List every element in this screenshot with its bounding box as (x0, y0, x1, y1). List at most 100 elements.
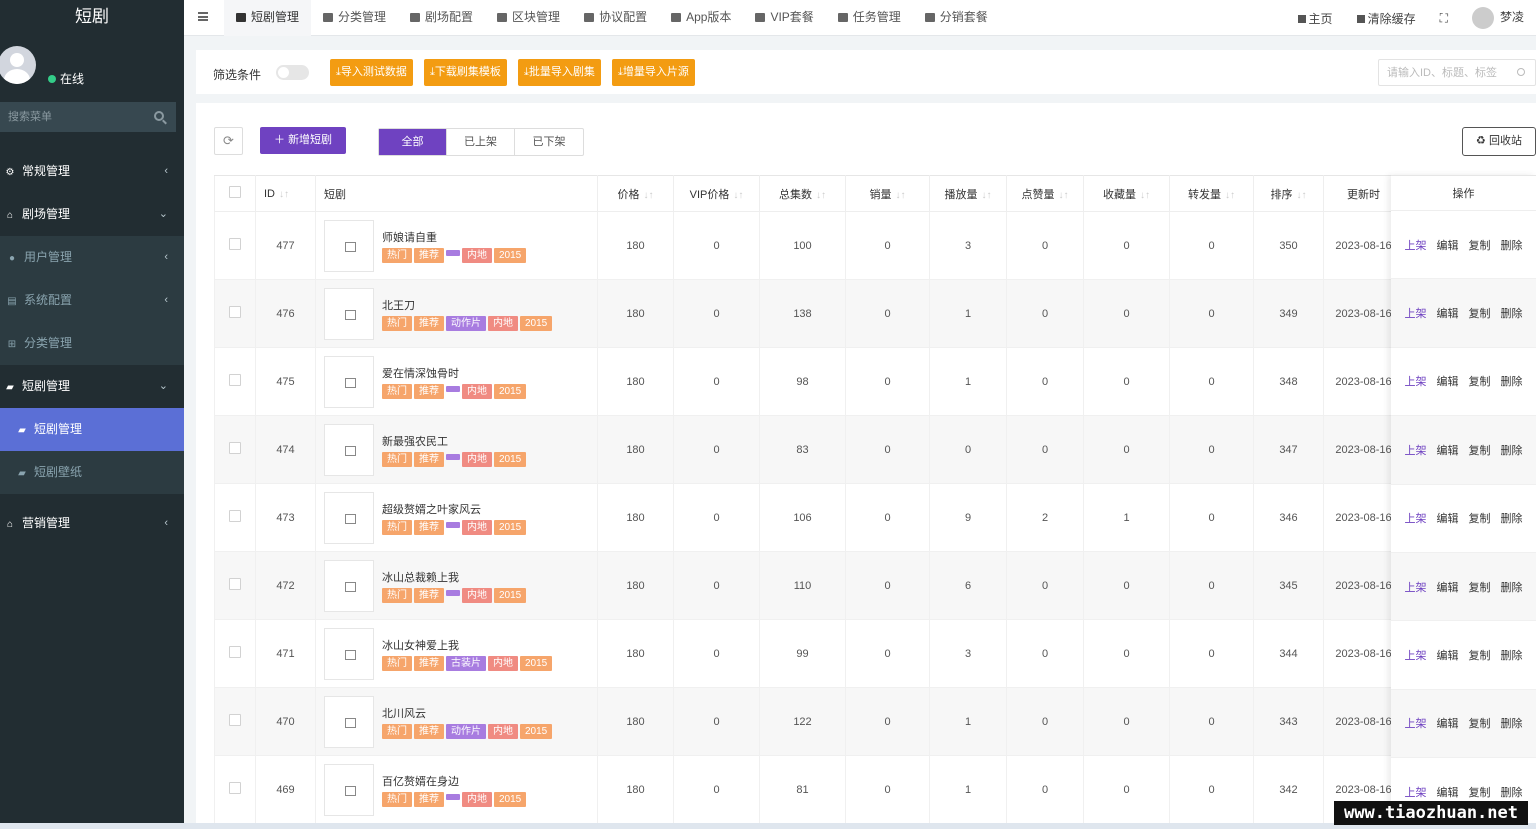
edit-action-button[interactable]: 编辑 (1437, 784, 1459, 800)
header-favs[interactable]: 收藏量 ↓↑ (1083, 175, 1170, 212)
segment-all[interactable]: 全部 (379, 129, 447, 155)
delete-action-button[interactable]: 删除 (1501, 715, 1523, 731)
select-all-checkbox[interactable] (229, 186, 241, 198)
sidebar-item-theater[interactable]: ⌂ 剧场管理 ⌄ (0, 193, 184, 236)
copy-action-button[interactable]: 复制 (1469, 784, 1491, 800)
sidebar-item-drama-wallpaper[interactable]: ▰ 短剧壁纸 (0, 451, 184, 494)
list-action-button[interactable]: 上架 (1405, 784, 1427, 800)
tab-vip[interactable]: VIP套餐 (743, 0, 825, 36)
tab-app-version[interactable]: App版本 (659, 0, 743, 36)
menu-search-input[interactable] (0, 102, 176, 132)
tab-category[interactable]: 分类管理 (311, 0, 398, 36)
tab-distribution[interactable]: 分销套餐 (913, 0, 1000, 36)
delete-action-button[interactable]: 删除 (1501, 373, 1523, 389)
header-episodes[interactable]: 总集数 ↓↑ (759, 175, 846, 212)
segment-unlisted[interactable]: 已下架 (515, 129, 583, 155)
segment-listed[interactable]: 已上架 (447, 129, 515, 155)
sidebar-item-marketing[interactable]: ⌂ 营销管理 ‹ (0, 502, 184, 545)
copy-action-button[interactable]: 复制 (1469, 510, 1491, 526)
incremental-import-button[interactable]: ⤓增量导入片源 (612, 59, 695, 86)
table-search-input[interactable] (1379, 60, 1535, 85)
row-checkbox[interactable] (229, 374, 241, 386)
cover-image-icon[interactable] (324, 355, 374, 408)
edit-action-button[interactable]: 编辑 (1437, 715, 1459, 731)
filter-toggle[interactable] (276, 65, 309, 80)
header-shares[interactable]: 转发量 ↓↑ (1169, 175, 1254, 212)
copy-action-button[interactable]: 复制 (1469, 373, 1491, 389)
add-drama-button[interactable]: ＋ 新增短剧 (260, 127, 347, 154)
search-icon[interactable] (1517, 68, 1525, 76)
app-logo[interactable]: 短剧 (0, 0, 184, 36)
search-icon[interactable] (154, 111, 164, 121)
list-action-button[interactable]: 上架 (1405, 305, 1427, 321)
cover-image-icon[interactable] (324, 695, 374, 748)
list-action-button[interactable]: 上架 (1405, 715, 1427, 731)
row-checkbox[interactable] (229, 442, 241, 454)
list-action-button[interactable]: 上架 (1405, 373, 1427, 389)
batch-import-button[interactable]: ⤓批量导入剧集 (518, 59, 601, 86)
sidebar-item-general[interactable]: ⚙ 常规管理 ‹ (0, 150, 184, 193)
edit-action-button[interactable]: 编辑 (1437, 237, 1459, 253)
tab-theater-config[interactable]: 剧场配置 (398, 0, 485, 36)
row-checkbox[interactable] (229, 306, 241, 318)
menu-toggle-icon[interactable] (198, 12, 208, 21)
edit-action-button[interactable]: 编辑 (1437, 647, 1459, 663)
edit-action-button[interactable]: 编辑 (1437, 510, 1459, 526)
copy-action-button[interactable]: 复制 (1469, 442, 1491, 458)
cover-image-icon[interactable] (324, 763, 374, 816)
sidebar-item-system[interactable]: ▤ 系统配置 ‹ (0, 279, 184, 322)
import-test-data-button[interactable]: ⤓导入测试数据 (330, 59, 413, 86)
download-template-button[interactable]: ⤓下载刷集模板 (424, 59, 507, 86)
row-checkbox[interactable] (229, 782, 241, 794)
sidebar-item-drama[interactable]: ▰ 短剧管理 ⌄ (0, 365, 184, 408)
edit-action-button[interactable]: 编辑 (1437, 579, 1459, 595)
header-sales[interactable]: 销量 ↓↑ (845, 175, 930, 212)
delete-action-button[interactable]: 删除 (1501, 579, 1523, 595)
header-vip-price[interactable]: VIP价格 ↓↑ (673, 175, 760, 212)
header-plays[interactable]: 播放量 ↓↑ (929, 175, 1007, 212)
cover-image-icon[interactable] (324, 287, 374, 340)
row-checkbox[interactable] (229, 714, 241, 726)
edit-action-button[interactable]: 编辑 (1437, 305, 1459, 321)
delete-action-button[interactable]: 删除 (1501, 647, 1523, 663)
clear-cache-button[interactable]: 清除缓存 (1345, 10, 1428, 27)
cover-image-icon[interactable] (324, 219, 374, 272)
list-action-button[interactable]: 上架 (1405, 510, 1427, 526)
copy-action-button[interactable]: 复制 (1469, 579, 1491, 595)
cover-image-icon[interactable] (324, 491, 374, 544)
delete-action-button[interactable]: 删除 (1501, 784, 1523, 800)
sidebar-item-users[interactable]: ● 用户管理 ‹ (0, 236, 184, 279)
header-likes[interactable]: 点赞量 ↓↑ (1006, 175, 1084, 212)
copy-action-button[interactable]: 复制 (1469, 237, 1491, 253)
home-link[interactable]: 主页 (1286, 10, 1345, 27)
recycle-bin-button[interactable]: ♻ 回收站 (1462, 127, 1536, 156)
delete-action-button[interactable]: 删除 (1501, 305, 1523, 321)
copy-action-button[interactable]: 复制 (1469, 305, 1491, 321)
refresh-button[interactable]: ⟳ (214, 127, 243, 155)
copy-action-button[interactable]: 复制 (1469, 715, 1491, 731)
user-menu[interactable]: 梦凌 (1460, 7, 1536, 29)
row-checkbox[interactable] (229, 646, 241, 658)
list-action-button[interactable]: 上架 (1405, 442, 1427, 458)
sidebar-item-category[interactable]: ⊞ 分类管理 (0, 322, 184, 365)
delete-action-button[interactable]: 删除 (1501, 442, 1523, 458)
header-sort[interactable]: 排序 ↓↑ (1253, 175, 1324, 212)
row-checkbox[interactable] (229, 578, 241, 590)
cover-image-icon[interactable] (324, 423, 374, 476)
cover-image-icon[interactable] (324, 559, 374, 612)
tab-task[interactable]: 任务管理 (826, 0, 913, 36)
list-action-button[interactable]: 上架 (1405, 237, 1427, 253)
edit-action-button[interactable]: 编辑 (1437, 373, 1459, 389)
header-id[interactable]: ID ↓↑ (255, 175, 316, 212)
list-action-button[interactable]: 上架 (1405, 579, 1427, 595)
tab-drama-manage[interactable]: 短剧管理 (224, 0, 312, 36)
delete-action-button[interactable]: 删除 (1501, 510, 1523, 526)
list-action-button[interactable]: 上架 (1405, 647, 1427, 663)
delete-action-button[interactable]: 删除 (1501, 237, 1523, 253)
cover-image-icon[interactable] (324, 627, 374, 680)
edit-action-button[interactable]: 编辑 (1437, 442, 1459, 458)
tab-block[interactable]: 区块管理 (485, 0, 572, 36)
sidebar-item-drama-manage[interactable]: ▰ 短剧管理 (0, 408, 184, 451)
tab-agreement[interactable]: 协议配置 (572, 0, 659, 36)
fullscreen-button[interactable]: ⛶ (1428, 11, 1460, 26)
